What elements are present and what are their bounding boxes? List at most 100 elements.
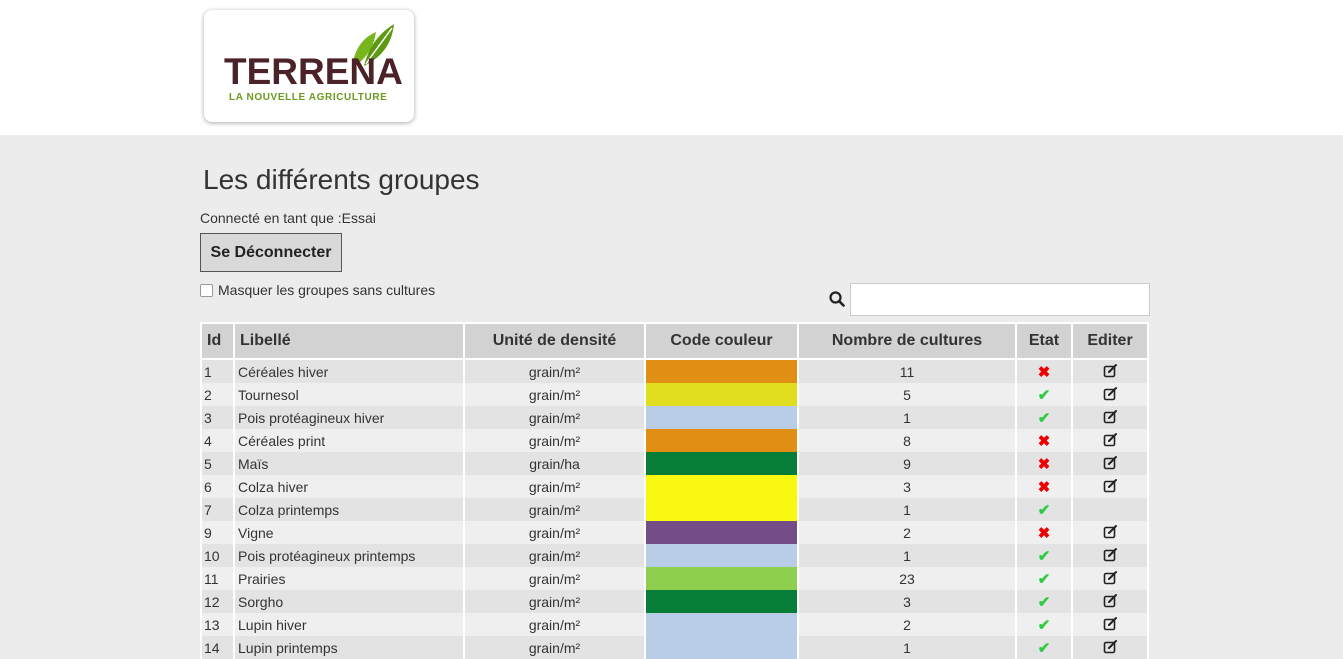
cell-culture-count: 1: [799, 498, 1017, 521]
cell-status: ✔: [1017, 406, 1073, 429]
edit-icon[interactable]: [1103, 409, 1118, 427]
cell-label: Pois protéagineux hiver: [235, 406, 465, 429]
cell-id: 13: [200, 613, 235, 636]
cell-edit: [1073, 429, 1149, 452]
page-header: TERRENA LA NOUVELLE AGRICULTURE: [0, 0, 1343, 135]
cross-icon: ✖: [1037, 524, 1051, 542]
edit-icon[interactable]: [1103, 570, 1118, 588]
logout-button[interactable]: Se Déconnecter: [200, 233, 342, 272]
column-header-id[interactable]: Id: [200, 322, 235, 360]
color-swatch: [646, 636, 797, 659]
cell-density-unit: grain/m²: [465, 429, 646, 452]
color-swatch: [646, 613, 797, 636]
cell-edit: [1073, 521, 1149, 544]
table-row[interactable]: 10 Pois protéagineux printemps grain/m² 1 ✔: [200, 544, 1149, 567]
column-header-edit[interactable]: Editer: [1073, 322, 1149, 360]
edit-icon[interactable]: [1103, 363, 1118, 381]
edit-icon[interactable]: [1103, 616, 1118, 634]
table-row[interactable]: 5 Maïs grain/ha 9 ✖: [200, 452, 1149, 475]
table-row[interactable]: 14 Lupin printemps grain/m² 1 ✔: [200, 636, 1149, 659]
cell-status: ✔: [1017, 498, 1073, 521]
cell-label: Céréales hiver: [235, 360, 465, 383]
cell-edit: [1073, 544, 1149, 567]
column-header-density-unit[interactable]: Unité de densité: [465, 322, 646, 360]
table-row[interactable]: 6 Colza hiver grain/m² 3 ✖: [200, 475, 1149, 498]
search-input[interactable]: [850, 283, 1150, 316]
cell-culture-count: 1: [799, 636, 1017, 659]
cell-edit: [1073, 613, 1149, 636]
cell-color-code: [646, 567, 799, 590]
table-row[interactable]: 12 Sorgho grain/m² 3 ✔: [200, 590, 1149, 613]
groups-table: Id Libellé Unité de densité Code couleur…: [200, 322, 1149, 659]
cell-culture-count: 1: [799, 406, 1017, 429]
cell-edit: [1073, 406, 1149, 429]
color-swatch: [646, 590, 797, 613]
table-row[interactable]: 11 Prairies grain/m² 23 ✔: [200, 567, 1149, 590]
cell-label: Tournesol: [235, 383, 465, 406]
table-row[interactable]: 3 Pois protéagineux hiver grain/m² 1 ✔: [200, 406, 1149, 429]
cross-icon: ✖: [1037, 478, 1051, 496]
cell-density-unit: grain/m²: [465, 498, 646, 521]
table-row[interactable]: 7 Colza printemps grain/m² 1 ✔: [200, 498, 1149, 521]
cell-id: 5: [200, 452, 235, 475]
cell-status: ✖: [1017, 429, 1073, 452]
cell-density-unit: grain/m²: [465, 406, 646, 429]
cell-density-unit: grain/m²: [465, 521, 646, 544]
edit-icon[interactable]: [1103, 639, 1118, 657]
cell-color-code: [646, 429, 799, 452]
cell-edit: [1073, 567, 1149, 590]
table-row[interactable]: 9 Vigne grain/m² 2 ✖: [200, 521, 1149, 544]
cell-color-code: [646, 544, 799, 567]
cell-id: 1: [200, 360, 235, 383]
cell-color-code: [646, 613, 799, 636]
cell-color-code: [646, 360, 799, 383]
cross-icon: ✖: [1037, 455, 1051, 473]
cell-culture-count: 11: [799, 360, 1017, 383]
cell-color-code: [646, 590, 799, 613]
cell-edit: [1073, 383, 1149, 406]
cell-status: ✖: [1017, 475, 1073, 498]
edit-icon[interactable]: [1103, 524, 1118, 542]
table-row[interactable]: 2 Tournesol grain/m² 5 ✔: [200, 383, 1149, 406]
cell-status: ✔: [1017, 567, 1073, 590]
table-row[interactable]: 4 Céréales print grain/m² 8 ✖: [200, 429, 1149, 452]
table-row[interactable]: 1 Céréales hiver grain/m² 11 ✖: [200, 360, 1149, 383]
cell-id: 10: [200, 544, 235, 567]
cell-status: ✔: [1017, 544, 1073, 567]
cell-edit: [1073, 498, 1149, 521]
table-row[interactable]: 13 Lupin hiver grain/m² 2 ✔: [200, 613, 1149, 636]
column-header-color-code[interactable]: Code couleur: [646, 322, 799, 360]
cell-edit: [1073, 452, 1149, 475]
column-header-culture-count[interactable]: Nombre de cultures: [799, 322, 1017, 360]
cell-edit: [1073, 636, 1149, 659]
cell-label: Lupin printemps: [235, 636, 465, 659]
column-header-status[interactable]: Etat: [1017, 322, 1073, 360]
cell-culture-count: 3: [799, 475, 1017, 498]
logo-tagline: LA NOUVELLE AGRICULTURE: [229, 92, 388, 103]
cell-culture-count: 2: [799, 613, 1017, 636]
terrena-logo[interactable]: TERRENA LA NOUVELLE AGRICULTURE: [204, 10, 414, 122]
connected-user-text: Connecté en tant que :Essai: [200, 210, 376, 226]
cell-density-unit: grain/m²: [465, 613, 646, 636]
edit-icon[interactable]: [1103, 593, 1118, 611]
check-icon: ✔: [1037, 409, 1051, 427]
cell-edit: [1073, 360, 1149, 383]
edit-icon[interactable]: [1103, 432, 1118, 450]
hide-empty-groups-toggle[interactable]: Masquer les groupes sans cultures: [200, 282, 435, 298]
page-title: Les différents groupes: [203, 164, 480, 195]
cell-density-unit: grain/m²: [465, 360, 646, 383]
color-swatch: [646, 521, 797, 544]
column-header-label[interactable]: Libellé: [235, 322, 465, 360]
edit-icon[interactable]: [1103, 547, 1118, 565]
cell-edit: [1073, 590, 1149, 613]
edit-icon[interactable]: [1103, 455, 1118, 473]
color-swatch: [646, 498, 797, 521]
search-icon: [829, 291, 845, 307]
hide-empty-groups-checkbox[interactable]: [200, 283, 213, 297]
edit-icon[interactable]: [1103, 386, 1118, 404]
cell-id: 3: [200, 406, 235, 429]
hide-empty-groups-label: Masquer les groupes sans cultures: [218, 282, 436, 298]
edit-icon[interactable]: [1103, 478, 1118, 496]
cell-id: 7: [200, 498, 235, 521]
cell-density-unit: grain/m²: [465, 590, 646, 613]
